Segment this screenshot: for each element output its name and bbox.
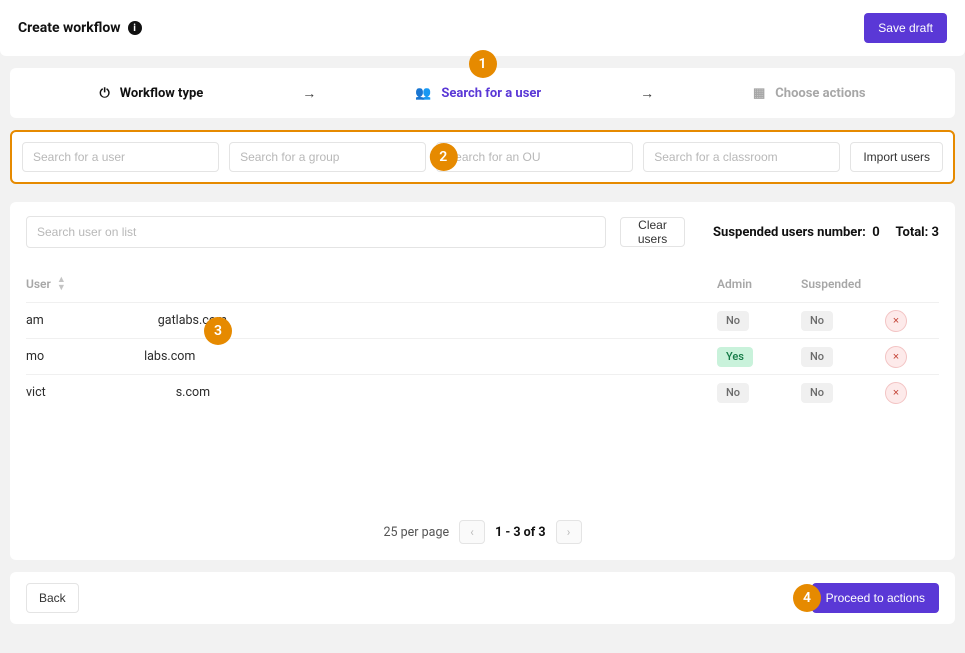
- step-workflow-type[interactable]: ⏻ Workflow type: [99, 86, 203, 101]
- table-row: mo labs.com Yes No ×: [26, 338, 939, 374]
- user-table: User ▲▼ Admin Suspended am gatlabs.com N…: [26, 266, 939, 510]
- search-user-input[interactable]: [22, 142, 219, 172]
- user-email: mo labs.com: [26, 349, 717, 364]
- total-count: 3: [932, 225, 939, 240]
- info-icon[interactable]: i: [128, 21, 142, 35]
- user-list-panel: 3 Clear users Suspended users number: 0 …: [10, 202, 955, 560]
- search-classroom-input[interactable]: [643, 142, 840, 172]
- search-group-input[interactable]: [229, 142, 426, 172]
- user-email: am gatlabs.com: [26, 313, 717, 328]
- remove-user-button[interactable]: ×: [885, 346, 907, 368]
- proceed-button[interactable]: Proceed to actions: [812, 583, 939, 613]
- stepper: 1 ⏻ Workflow type → 👥 Search for a user …: [10, 68, 955, 118]
- col-suspended: Suspended: [801, 277, 885, 291]
- suspended-badge: No: [801, 311, 833, 331]
- suspended-label: Suspended users number:: [713, 225, 866, 240]
- admin-badge: No: [717, 383, 749, 403]
- step-choose-actions[interactable]: ▦ Choose actions: [753, 86, 866, 101]
- redacted: [45, 350, 143, 364]
- save-draft-button[interactable]: Save draft: [864, 13, 947, 43]
- users-icon: 👥: [415, 86, 431, 101]
- table-row: am gatlabs.com No No ×: [26, 302, 939, 338]
- callout-badge-2: 2: [429, 143, 457, 171]
- back-button[interactable]: Back: [26, 583, 79, 613]
- list-search-input[interactable]: [26, 216, 606, 248]
- page-range: 1 - 3 of 3: [495, 525, 545, 540]
- col-user[interactable]: User ▲▼: [26, 276, 717, 292]
- pagination: 25 per page ‹ 1 - 3 of 3 ›: [26, 510, 939, 544]
- table-row: vict s.com No No ×: [26, 374, 939, 410]
- sort-icon: ▲▼: [57, 276, 66, 292]
- import-users-button[interactable]: Import users: [850, 142, 943, 172]
- next-page-button[interactable]: ›: [556, 520, 582, 544]
- search-panel: 2 Import users: [10, 130, 955, 184]
- admin-badge: No: [717, 311, 749, 331]
- user-email: vict s.com: [26, 385, 717, 400]
- power-icon: ⏻: [99, 86, 109, 101]
- step-search-user[interactable]: 👥 Search for a user: [415, 86, 541, 101]
- table-header: User ▲▼ Admin Suspended: [26, 266, 939, 302]
- stats: Suspended users number: 0 Total: 3: [713, 225, 939, 240]
- arrow-icon: →: [302, 85, 316, 102]
- step-label: Search for a user: [441, 86, 541, 101]
- arrow-icon: →: [640, 85, 654, 102]
- suspended-badge: No: [801, 383, 833, 403]
- page-title: Create workflow: [18, 20, 121, 36]
- remove-user-button[interactable]: ×: [885, 382, 907, 404]
- total-label: Total:: [896, 225, 929, 240]
- prev-page-button[interactable]: ‹: [459, 520, 485, 544]
- top-bar: Create workflow i Save draft: [0, 0, 965, 56]
- search-ou-input[interactable]: [436, 142, 633, 172]
- clear-users-button[interactable]: Clear users: [620, 217, 685, 247]
- clipboard-icon: ▦: [753, 86, 765, 101]
- step-label: Workflow type: [120, 86, 204, 101]
- suspended-count: 0: [872, 225, 879, 240]
- col-user-label: User: [26, 277, 51, 291]
- footer-bar: 4 Back Proceed to actions: [10, 572, 955, 624]
- callout-badge-3: 3: [204, 317, 232, 345]
- step-label: Choose actions: [775, 86, 865, 101]
- redacted: [47, 386, 175, 400]
- col-admin: Admin: [717, 277, 801, 291]
- admin-badge: Yes: [717, 347, 753, 367]
- callout-badge-4: 4: [793, 584, 821, 612]
- remove-user-button[interactable]: ×: [885, 310, 907, 332]
- per-page-label[interactable]: 25 per page: [383, 525, 449, 540]
- callout-badge-1: 1: [469, 50, 497, 78]
- redacted: [45, 314, 157, 328]
- suspended-badge: No: [801, 347, 833, 367]
